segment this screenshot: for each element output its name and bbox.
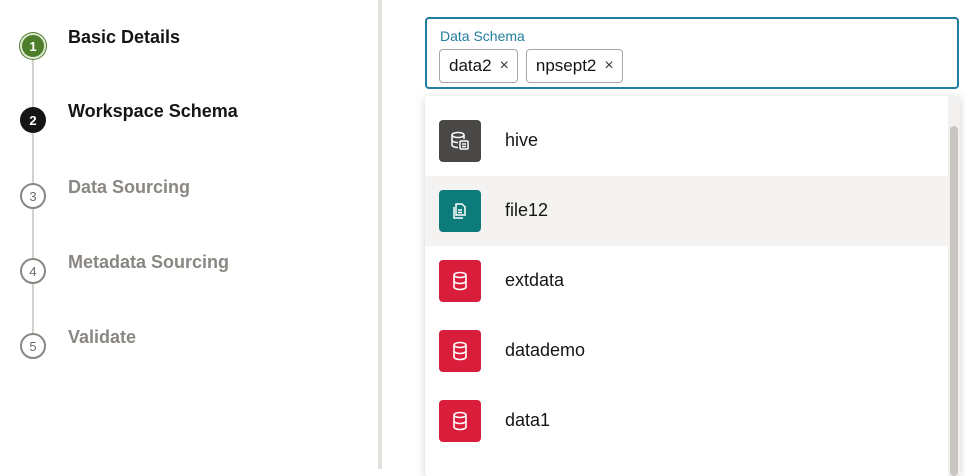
- option-label: file12: [505, 200, 549, 220]
- option-label: data1: [505, 410, 551, 430]
- option-file12[interactable]: file12: [425, 176, 948, 246]
- selected-chips: data2 × npsept2 ×: [439, 49, 623, 83]
- dropdown-scrollbar[interactable]: [948, 96, 960, 476]
- step-number-badge: 5: [20, 333, 46, 359]
- chip-npsept2: npsept2 ×: [525, 49, 623, 83]
- step-label: Validate: [68, 327, 137, 347]
- chip-data2: data2 ×: [439, 49, 518, 83]
- step-number-badge: 1: [20, 33, 46, 59]
- database-icon: [439, 260, 481, 302]
- step-connector: [32, 208, 34, 262]
- option-extdata[interactable]: extdata: [425, 246, 948, 316]
- step-number-badge: 4: [20, 258, 46, 284]
- data-schema-dropdown: hive file12 extdata datademo data1: [425, 96, 960, 476]
- step-connector: [32, 133, 34, 187]
- chip-label: npsept2: [535, 56, 597, 75]
- scrollbar-thumb[interactable]: [950, 126, 958, 476]
- step-connector: [32, 283, 34, 337]
- database-icon: [439, 330, 481, 372]
- chip-label: data2: [449, 56, 492, 75]
- step-number-badge: 3: [20, 183, 46, 209]
- option-data1[interactable]: data1: [425, 386, 948, 456]
- option-label: hive: [505, 130, 539, 150]
- step-number-badge: 2: [20, 107, 46, 133]
- panel-divider: [378, 0, 382, 469]
- step-label: Basic Details: [68, 27, 181, 47]
- option-hive[interactable]: hive: [425, 106, 948, 176]
- file-icon: [439, 190, 481, 232]
- step-label: Metadata Sourcing: [68, 252, 230, 272]
- step-label: Data Sourcing: [68, 177, 191, 197]
- chip-remove-icon[interactable]: ×: [500, 57, 509, 75]
- hive-database-icon: [439, 120, 481, 162]
- database-icon: [439, 400, 481, 442]
- train-stepper: 1 Basic Details 2 Workspace Schema 3 Dat…: [0, 0, 378, 469]
- option-label: extdata: [505, 270, 565, 290]
- option-label: datademo: [505, 340, 586, 360]
- step-connector: [32, 58, 34, 112]
- data-schema-label: Data Schema: [440, 28, 525, 44]
- data-schema-select[interactable]: Data Schema data2 × npsept2 ×: [425, 17, 959, 89]
- step-label: Workspace Schema: [68, 101, 238, 121]
- option-datademo[interactable]: datademo: [425, 316, 948, 386]
- chip-remove-icon[interactable]: ×: [604, 57, 613, 75]
